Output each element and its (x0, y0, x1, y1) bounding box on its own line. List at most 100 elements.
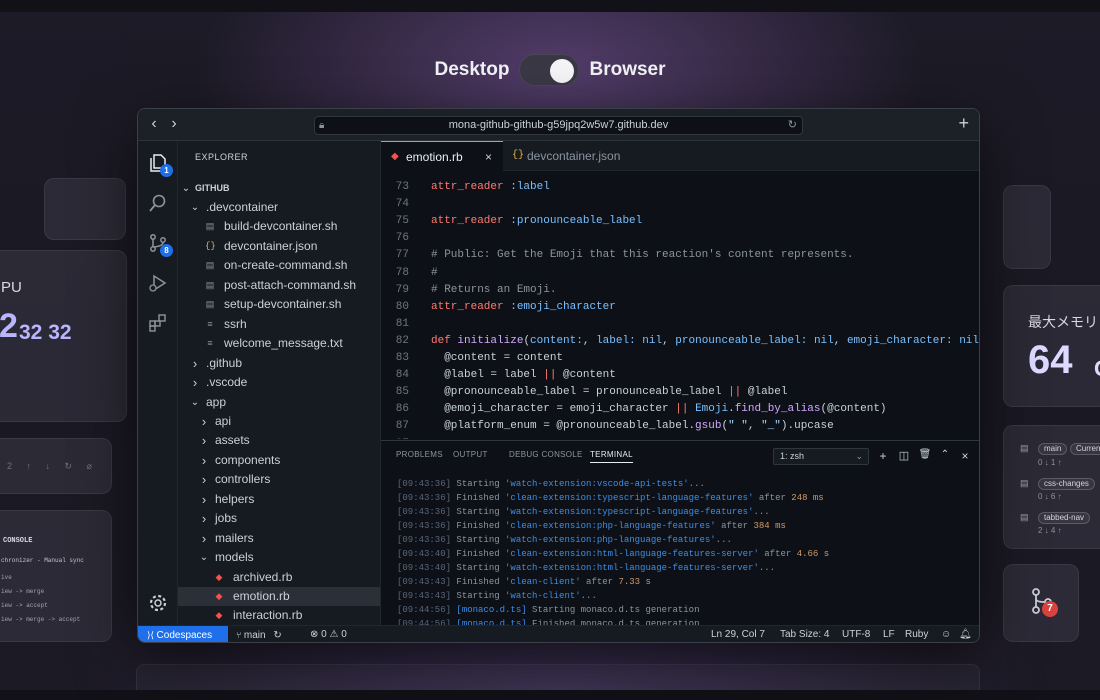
line-number: 84 (395, 369, 409, 382)
run-debug-icon[interactable] (146, 271, 170, 295)
terminal-text: after (758, 548, 797, 559)
rb-file-icon: ◆ (215, 591, 223, 601)
code-text: attr_reader :pronounceable_label (431, 215, 643, 228)
code-text: attr_reader :emoji_character (431, 300, 616, 313)
folder-item[interactable]: › assets (178, 431, 380, 450)
file-item[interactable]: ◆ interaction.rb (178, 606, 380, 625)
add-terminal-icon[interactable]: + (876, 449, 890, 463)
forward-button[interactable]: › (166, 115, 182, 133)
terminal-text: 'clean-extension:php-language-features' (505, 520, 716, 531)
source-control-icon[interactable]: 8 (146, 231, 173, 257)
chevron-right-icon: › (201, 511, 207, 527)
tab-debug-console[interactable]: DEBUG CONSOLE (509, 450, 583, 459)
problems-indicator[interactable]: ⊗ 0 ⚠ 0 (310, 626, 347, 642)
file-item[interactable]: ◆ archived.rb (178, 568, 380, 587)
language-mode[interactable]: Ruby (905, 626, 928, 642)
feedback-icon[interactable]: ☺ (941, 626, 951, 642)
folder-item[interactable]: ⌄ app (178, 393, 380, 412)
console-line: iew -> merge -> accept (1, 616, 81, 623)
terminal-text: 4.66 s (796, 548, 830, 559)
file-item[interactable]: ▤ build-devcontainer.sh (178, 217, 380, 236)
json-icon: {} (512, 150, 525, 161)
folder-item[interactable]: › .github (178, 354, 380, 373)
search-icon[interactable] (146, 191, 170, 215)
remote-indicator[interactable]: ⟩⟨ Codespaces (138, 626, 228, 642)
chevron-down-icon: ⌄ (199, 552, 209, 564)
tab-output[interactable]: OUTPUT (453, 450, 488, 459)
folder-item[interactable]: › components (178, 451, 380, 470)
toggle-label-desktop[interactable]: Desktop (435, 59, 510, 81)
line-number: 87 (395, 420, 409, 433)
chevron-down-icon: ⌄ (190, 202, 200, 213)
folder-item[interactable]: › .vscode (178, 373, 380, 392)
address-bar[interactable]: 🔒︎ mona-github-github-g59jpq2w5w7.github… (314, 116, 803, 135)
file-item[interactable]: ▤ post-attach-command.sh (178, 276, 380, 295)
folder-item[interactable]: › controllers (178, 470, 380, 489)
rb-file-icon: ◆ (215, 571, 223, 582)
file-item[interactable]: ≡ welcome_message.txt (178, 334, 380, 353)
notifications-bell-icon[interactable]: 🔔︎ (959, 626, 972, 642)
eol[interactable]: LF (883, 626, 895, 642)
tree-item-label: welcome_message.txt (224, 336, 343, 351)
tab-devcontainer-json[interactable]: {} devcontainer.json (504, 141, 644, 171)
chevron-down-icon: ⌄ (181, 183, 191, 194)
status-bar: ⟩⟨ Codespaces ⑂ main ↻ ⊗ 0 ⚠ 0 Ln 29, Co… (138, 625, 979, 642)
toggle-label-browser[interactable]: Browser (589, 59, 665, 81)
file-item[interactable]: {} devcontainer.json (178, 237, 380, 256)
reload-icon[interactable]: ↻ (788, 117, 797, 134)
file-item[interactable]: ◆ emotion.rb (178, 587, 380, 606)
tree-item-label: .vscode (206, 375, 248, 390)
folder-item[interactable]: › api (178, 412, 380, 431)
code-editor[interactable]: 73 attr_reader :label 74 75 attr_reader :pro… (381, 171, 979, 439)
tab-terminal[interactable]: TERMINAL (590, 450, 633, 463)
explorer-root[interactable]: ⌄ GITHUB (178, 179, 380, 198)
tree-item-label: ssrh (224, 316, 247, 331)
chevron-right-icon: › (201, 530, 207, 546)
branch-icon: ▤ (1020, 443, 1029, 453)
folder-item[interactable]: › jobs (178, 509, 380, 528)
tab-label: devcontainer.json (527, 149, 621, 163)
chevron-right-icon: › (201, 472, 207, 488)
sync-icon[interactable]: ↻ (273, 630, 281, 641)
line-number: 76 (395, 232, 409, 245)
branch-pill[interactable]: tabbed-nav (1038, 512, 1091, 524)
back-button[interactable]: ‹ (146, 115, 162, 133)
chevron-right-icon: › (201, 491, 207, 507)
branch-counts: 2 ↓ 4 ↑ (1038, 526, 1062, 535)
split-terminal-icon[interactable]: ◫ (897, 449, 911, 462)
memory-suffix: G (1094, 356, 1100, 382)
terminal-text: ... (758, 562, 776, 573)
branch-pill[interactable]: main (1038, 443, 1068, 455)
close-icon[interactable]: × (485, 142, 492, 172)
folder-item[interactable]: › mailers (178, 529, 380, 548)
cursor-position[interactable]: Ln 29, Col 7 (711, 626, 765, 642)
tab-problems[interactable]: PROBLEMS (396, 450, 443, 459)
folder-item[interactable]: ⌄ models (178, 548, 380, 567)
left-toolbar-icons: 2 ↑ ↓ ↻ ⌀ (7, 461, 98, 471)
branch-indicator[interactable]: ⑂ main ↻ (236, 626, 282, 642)
tab-size[interactable]: Tab Size: 4 (780, 626, 829, 642)
folder-item[interactable]: › helpers (178, 490, 380, 509)
new-tab-button[interactable]: + (958, 113, 969, 134)
branch-pill[interactable]: css-changes (1038, 478, 1095, 490)
folder-item[interactable]: ⌄ .devcontainer (178, 198, 380, 217)
line-number: 83 (395, 352, 409, 364)
file-item[interactable]: ≡ ssrh (178, 315, 380, 334)
code-text: @emoji_character = emoji_character || Em… (431, 403, 887, 416)
terminal-select[interactable]: 1: zsh ⌄ (773, 448, 869, 465)
close-panel-icon[interactable]: × (958, 449, 972, 463)
sh-file-icon: ▤ (205, 221, 215, 232)
settings-gear-icon[interactable] (146, 591, 170, 615)
files-icon[interactable]: 1 (146, 151, 173, 177)
tab-emotion-rb[interactable]: ◆ emotion.rb × (381, 141, 503, 171)
desktop-browser-toggle[interactable] (519, 54, 580, 86)
trash-icon[interactable]: 🗑︎ (918, 449, 932, 460)
file-item[interactable]: ▤ on-create-command.sh (178, 256, 380, 275)
memory-card: 最大メモリ 64 G (1003, 285, 1100, 407)
maximize-panel-icon[interactable]: ⌃ (938, 449, 952, 460)
extensions-icon[interactable] (146, 311, 170, 335)
terminal-text: ... (715, 534, 732, 545)
file-item[interactable]: ▤ setup-devcontainer.sh (178, 295, 380, 314)
bottom-edge (0, 690, 1100, 700)
encoding[interactable]: UTF-8 (842, 626, 870, 642)
